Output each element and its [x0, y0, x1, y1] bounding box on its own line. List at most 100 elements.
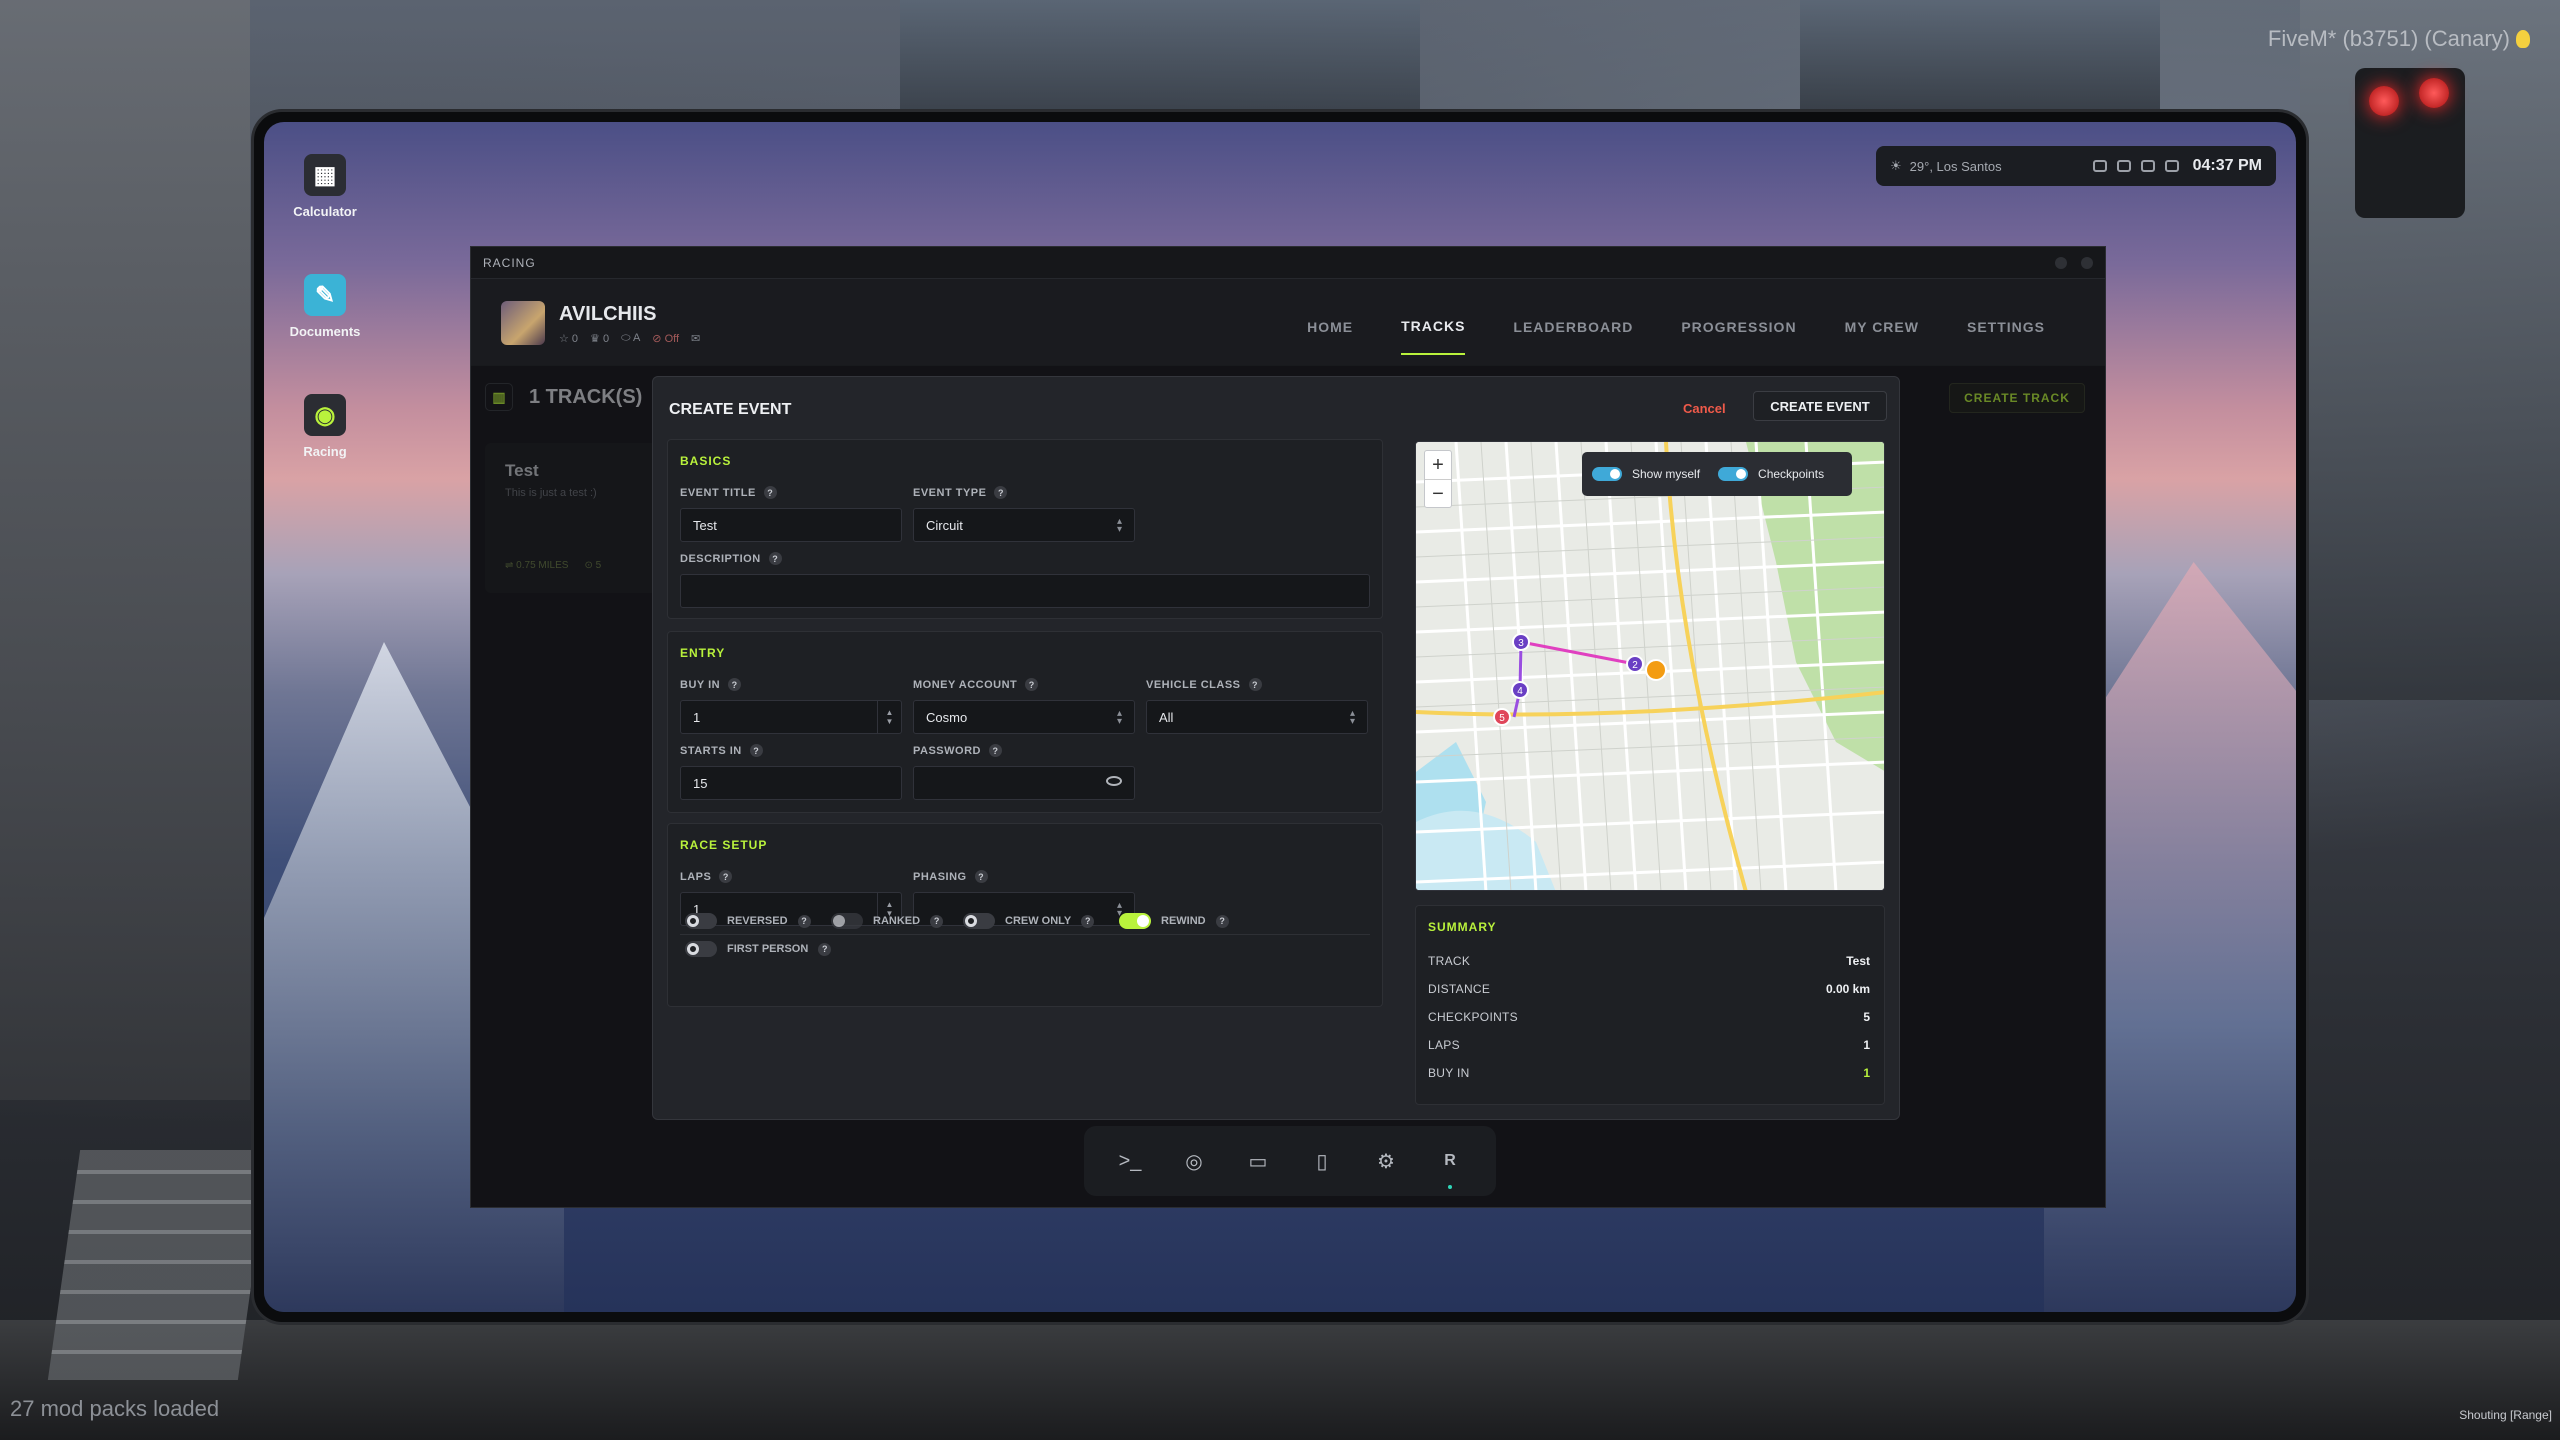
track-map[interactable]: 3 2 4 5 + − Show myself Checkpoints: [1415, 441, 1885, 891]
globe-icon[interactable]: ◎: [1172, 1139, 1216, 1183]
event-type-field: EVENT TYPE? Circuit ▴ ▾: [913, 486, 1135, 542]
summary-row: TRACK Test: [1428, 954, 1870, 968]
field-label: EVENT TYPE?: [913, 486, 1135, 499]
section-title: RACE SETUP: [680, 838, 768, 852]
tab-progression[interactable]: PROGRESSION: [1681, 299, 1796, 355]
tab-leaderboard[interactable]: LEADERBOARD: [1513, 299, 1633, 355]
vehicle-class-field: VEHICLE CLASS? All ▴ ▾: [1146, 678, 1368, 734]
mail-icon[interactable]: ✉: [691, 332, 700, 345]
toggle-ranked[interactable]: RANKED?: [831, 913, 944, 929]
gear-icon[interactable]: ⚙: [1364, 1139, 1408, 1183]
toggle-crew-only[interactable]: CREW ONLY?: [963, 913, 1095, 929]
wifi-icon: [2116, 160, 2131, 172]
chevron-updown-icon: ▴ ▾: [1116, 708, 1122, 727]
desktop-icon-label: Racing: [303, 444, 347, 459]
summary-value: 1: [1863, 1038, 1870, 1052]
toggle-switch[interactable]: [685, 941, 717, 957]
help-icon[interactable]: ?: [763, 486, 777, 499]
toggle-switch[interactable]: [1119, 913, 1151, 929]
starts-in-input[interactable]: 15: [680, 766, 902, 800]
description-input[interactable]: [680, 574, 1370, 608]
tab-tracks[interactable]: TRACKS: [1401, 299, 1466, 355]
cancel-button[interactable]: Cancel: [1683, 401, 1726, 416]
help-icon[interactable]: ?: [818, 942, 832, 956]
avatar[interactable]: [501, 301, 545, 345]
help-icon[interactable]: ?: [994, 486, 1008, 499]
minimize-button[interactable]: [2055, 256, 2067, 269]
section-title: BASICS: [680, 454, 732, 468]
help-icon[interactable]: ?: [749, 744, 763, 757]
toggle-first-person[interactable]: FIRST PERSON?: [685, 941, 832, 957]
eye-icon[interactable]: [1106, 776, 1122, 786]
help-icon[interactable]: ?: [768, 552, 782, 565]
label-text: LAPS: [680, 870, 712, 883]
fivem-build-text: FiveM* (b3751) (Canary): [2267, 26, 2510, 51]
close-button[interactable]: [2081, 256, 2093, 269]
toggle-switch[interactable]: [963, 913, 995, 929]
desktop-icon-racing[interactable]: ◉ Racing: [280, 394, 370, 459]
folder-icon[interactable]: ▭: [1236, 1139, 1280, 1183]
star-stat: ☆ 0: [559, 333, 579, 345]
help-icon[interactable]: ?: [797, 914, 811, 928]
vehicle-class-select[interactable]: All ▴ ▾: [1146, 700, 1368, 734]
summary-key: LAPS: [1428, 1038, 1460, 1052]
password-input[interactable]: [913, 766, 1135, 800]
file-icon[interactable]: ▯: [1300, 1139, 1344, 1183]
desktop-icon-documents[interactable]: ✎ Documents: [280, 274, 370, 339]
show-myself-toggle[interactable]: [1592, 467, 1622, 481]
summary-row: DISTANCE 0.00 km: [1428, 982, 1870, 996]
help-icon[interactable]: ?: [1248, 678, 1262, 691]
zoom-in-button[interactable]: +: [1425, 451, 1451, 480]
create-event-modal: CREATE EVENT Cancel CREATE EVENT BASICS …: [652, 376, 1900, 1120]
racing-app-dock-icon[interactable]: R: [1428, 1139, 1472, 1189]
checkpoints-toggle[interactable]: [1718, 467, 1749, 481]
tab-settings[interactable]: SETTINGS: [1967, 299, 2045, 355]
help-icon[interactable]: ?: [988, 744, 1002, 757]
field-label: MONEY ACCOUNT?: [913, 678, 1135, 691]
summary-key: TRACK: [1428, 954, 1471, 968]
help-icon[interactable]: ?: [1215, 914, 1229, 928]
label-text: PHASING: [913, 870, 967, 883]
toggle-label: REWIND: [1161, 915, 1206, 927]
event-type-select[interactable]: Circuit ▴ ▾: [913, 508, 1135, 542]
field-label: PASSWORD?: [913, 744, 1135, 757]
help-icon[interactable]: ?: [728, 678, 742, 691]
event-title-input[interactable]: Test: [680, 508, 902, 542]
weather-widget: ☀ 29°, Los Santos: [1890, 158, 2093, 174]
money-account-select[interactable]: Cosmo ▴ ▾: [913, 700, 1135, 734]
tablet-screen: ☀ 29°, Los Santos 04:37 PM ▦ Calculator ✎…: [264, 122, 2296, 1312]
label-text: DESCRIPTION: [680, 552, 761, 565]
summary-panel: SUMMARY TRACK Test DISTANCE 0.00 km CHECKP…: [1415, 905, 1885, 1105]
label-text: BUY IN: [680, 678, 721, 691]
map-marker-label: 4: [1517, 686, 1523, 697]
clock: 04:37 PM: [2192, 157, 2262, 174]
help-icon[interactable]: ?: [1081, 914, 1095, 928]
app-title: RACING: [483, 255, 536, 270]
field-label: PHASING?: [913, 870, 1135, 883]
zoom-out-button[interactable]: −: [1425, 480, 1451, 508]
create-event-button[interactable]: CREATE EVENT: [1753, 391, 1887, 421]
calculator-icon: ▦: [304, 154, 346, 196]
toggle-label: REVERSED: [727, 915, 788, 927]
buy-in-input[interactable]: 1 ▲ ▼: [680, 700, 902, 734]
help-icon[interactable]: ?: [930, 914, 944, 928]
fivem-logo-icon: [2516, 30, 2530, 48]
tablet-frame: ☀ 29°, Los Santos 04:37 PM ▦ Calculator ✎…: [254, 112, 2306, 1322]
toggle-rewind[interactable]: REWIND?: [1119, 913, 1229, 929]
desktop-icon-calculator[interactable]: ▦ Calculator: [280, 154, 370, 219]
password-field: PASSWORD?: [913, 744, 1135, 800]
status-bar: ☀ 29°, Los Santos 04:37 PM: [1876, 146, 2276, 186]
help-icon[interactable]: ?: [974, 870, 988, 883]
toggle-label: FIRST PERSON: [727, 943, 809, 955]
toggle-switch[interactable]: [831, 913, 863, 929]
help-icon[interactable]: ?: [719, 870, 733, 883]
help-icon[interactable]: ?: [1025, 678, 1039, 691]
toggle-switch[interactable]: [685, 913, 717, 929]
buy-in-field: BUY IN? 1 ▲ ▼: [680, 678, 902, 734]
terminal-icon[interactable]: >_: [1108, 1139, 1152, 1183]
tab-home[interactable]: HOME: [1307, 299, 1353, 355]
traffic-lamp: [2419, 78, 2449, 108]
toggle-reversed[interactable]: REVERSED?: [685, 913, 811, 929]
tab-my-crew[interactable]: MY CREW: [1845, 299, 1919, 355]
number-stepper[interactable]: ▲ ▼: [877, 701, 901, 733]
